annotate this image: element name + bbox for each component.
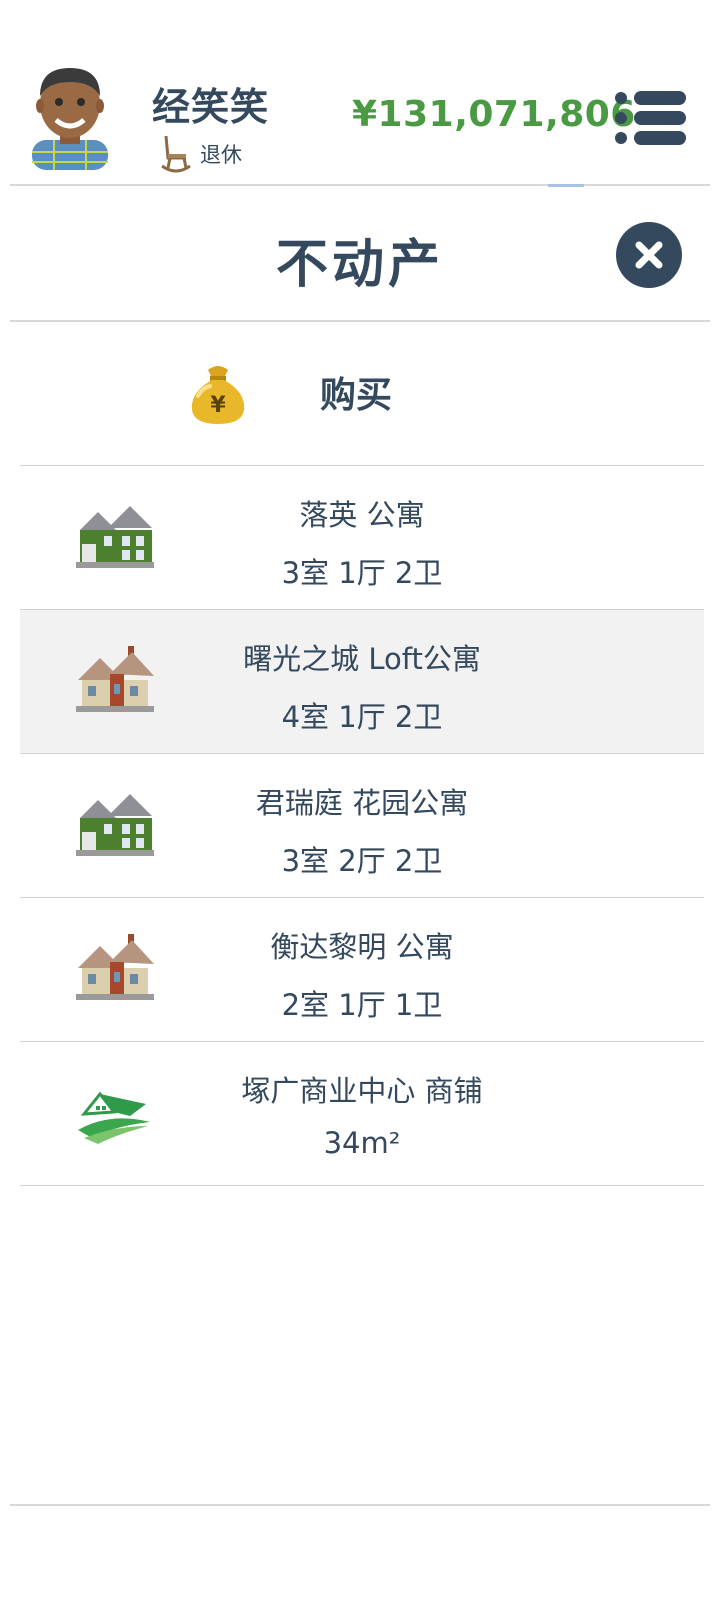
- property-name: 落英 公寓: [299, 498, 425, 532]
- rocking-chair-icon: [161, 135, 191, 173]
- buy-label: 购买: [320, 375, 393, 416]
- menu-button[interactable]: [614, 90, 686, 146]
- page-title: 不动产: [275, 235, 444, 295]
- property-name: 塚广商业中心 商铺: [241, 1074, 483, 1108]
- money-bag-icon: ¥: [191, 366, 245, 424]
- property-row-1[interactable]: 曙光之城 Loft公寓 4室 1厅 2卫: [20, 610, 704, 753]
- buy-button[interactable]: ¥ 购买: [20, 322, 704, 465]
- close-button[interactable]: [616, 222, 682, 288]
- property-detail: 3室 1厅 2卫: [281, 556, 443, 590]
- property-detail: 34m²: [323, 1126, 401, 1160]
- property-name: 曙光之城 Loft公寓: [243, 642, 481, 676]
- property-row-2[interactable]: 君瑞庭 花园公寓 3室 2厅 2卫: [20, 754, 704, 897]
- title-bar: 不动产: [0, 186, 720, 320]
- property-detail: 4室 1厅 2卫: [281, 700, 443, 734]
- property-row-3[interactable]: 衡达黎明 公寓 2室 1厅 1卫: [20, 898, 704, 1041]
- bottom-divider: [10, 1504, 710, 1506]
- property-name: 君瑞庭 花园公寓: [255, 786, 469, 820]
- close-icon: [635, 241, 663, 269]
- property-detail: 3室 2厅 2卫: [281, 844, 443, 878]
- player-name: 经笑笑: [152, 85, 270, 129]
- row-divider: [20, 1185, 704, 1186]
- status: 退休: [160, 134, 242, 174]
- header: 经笑笑 退休 ¥131,071,806: [0, 0, 720, 186]
- property-name: 衡达黎明 公寓: [270, 930, 454, 964]
- avatar[interactable]: [26, 62, 114, 170]
- money-balance: ¥131,071,806: [352, 94, 636, 135]
- status-label: 退休: [200, 143, 242, 167]
- property-row-0[interactable]: 落英 公寓 3室 1厅 2卫: [20, 466, 704, 609]
- property-row-4[interactable]: 塚广商业中心 商铺 34m²: [20, 1042, 704, 1185]
- property-detail: 2室 1厅 1卫: [281, 988, 443, 1022]
- svg-text:¥: ¥: [210, 393, 226, 418]
